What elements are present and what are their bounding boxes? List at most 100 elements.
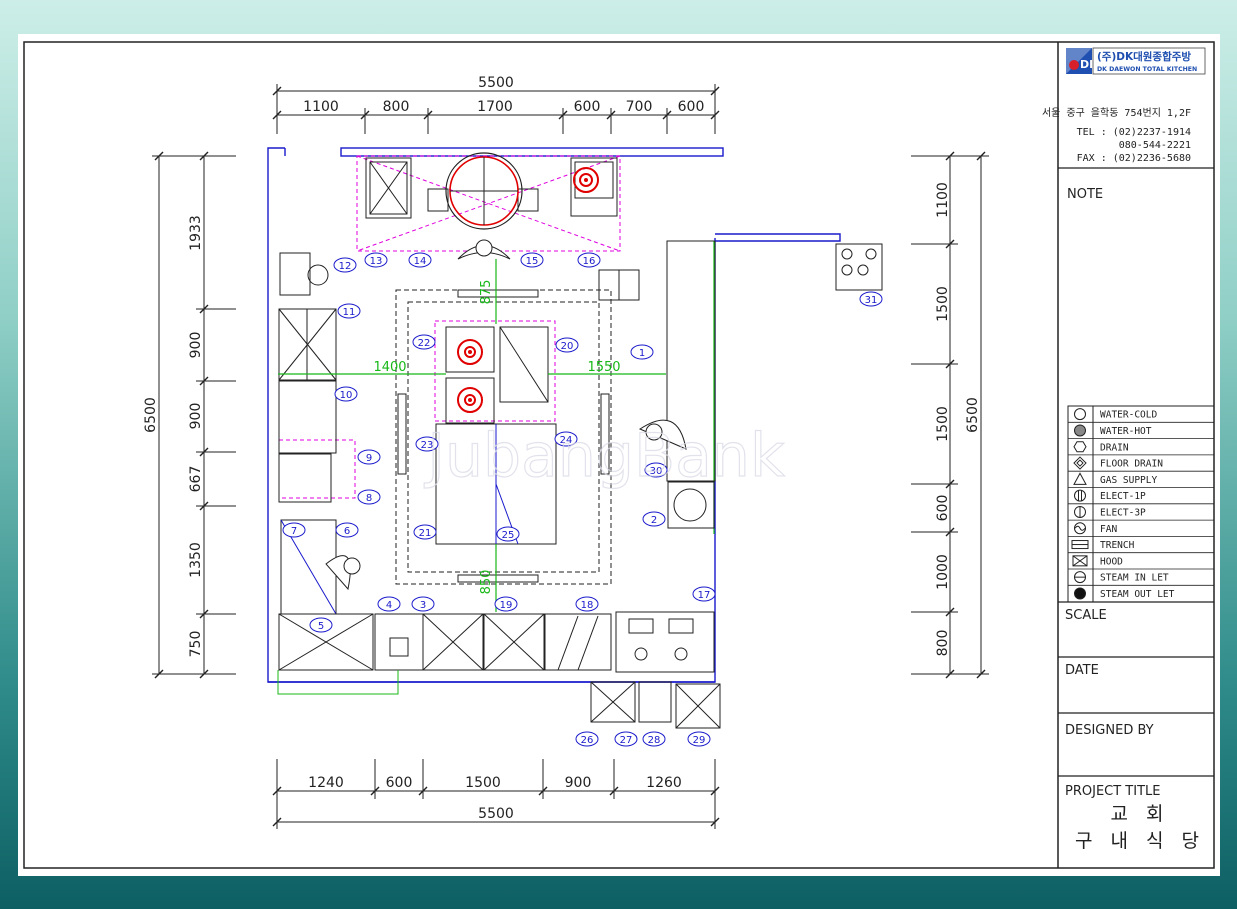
cook-figure-top — [457, 239, 511, 260]
dim-inner-bottom: 850 — [479, 570, 494, 595]
floor-plan-diagram: 5500 1100 800 1700 600 700 600 1240 600 … — [23, 41, 1215, 869]
legend-label: GAS SUPPLY — [1100, 475, 1157, 486]
tag-20: 20 — [561, 341, 574, 352]
dim-bottom-seg-5: 1260 — [646, 775, 682, 791]
dim-top-seg-2: 800 — [383, 99, 410, 115]
tag-10: 10 — [340, 390, 353, 401]
watermark: JubangBank — [423, 421, 785, 491]
company-tel: TEL : (02)2237-1914 — [1077, 127, 1191, 138]
company-fax: FAX : (02)2236-5680 — [1077, 153, 1191, 164]
trench-icon — [1071, 540, 1089, 550]
tag-26: 26 — [581, 735, 594, 746]
tag-19: 19 — [500, 600, 513, 611]
dim-right-seg-1: 1100 — [935, 182, 951, 218]
tag-4: 4 — [386, 600, 392, 611]
tag-13: 13 — [370, 256, 383, 267]
legend-label: TRENCH — [1100, 540, 1135, 551]
legend-label: HOOD — [1100, 556, 1123, 567]
tag-21: 21 — [419, 528, 432, 539]
top-cooking-line — [365, 157, 618, 219]
dim-left-seg-4: 667 — [188, 466, 204, 493]
legend-label: DRAIN — [1100, 442, 1129, 453]
dim-left-seg-5: 1350 — [188, 542, 204, 578]
dim-left-seg-6: 750 — [188, 631, 204, 658]
steam-outlet-icon — [1074, 587, 1086, 600]
dim-left-seg-3: 900 — [188, 403, 204, 430]
water-cold-icon — [1074, 408, 1086, 421]
tag-18: 18 — [581, 600, 594, 611]
cook-figure-left — [325, 555, 361, 591]
logo-text: DK — [1080, 58, 1098, 71]
fan-icon — [1074, 522, 1086, 535]
project-title-label: PROJECT TITLE — [1065, 784, 1160, 799]
dim-top-seg-5: 700 — [626, 99, 653, 115]
legend-label: STEAM OUT LET — [1100, 589, 1175, 600]
dim-right-seg-2: 1500 — [935, 286, 951, 322]
company-address: 서울 중구 을학동 754번지 1,2F — [1042, 107, 1191, 119]
scale-label: SCALE — [1065, 608, 1107, 623]
title-block: DK (주)DK대원종합주방 DK DAEWON TOTAL KITCHEN 서… — [1042, 47, 1215, 852]
tag-17: 17 — [698, 590, 711, 601]
tag-3: 3 — [420, 600, 426, 611]
dim-top-seg-6: 600 — [678, 99, 705, 115]
steam-inlet-icon — [1074, 571, 1086, 584]
note-label: NOTE — [1067, 187, 1103, 202]
dim-right-total: 6500 — [965, 397, 981, 433]
dim-left-seg-2: 900 — [188, 332, 204, 359]
dim-inner-left: 1400 — [373, 360, 406, 375]
tag-6: 6 — [344, 526, 350, 537]
dim-inner-top: 875 — [479, 280, 494, 305]
hood-icon — [1072, 555, 1088, 567]
legend-label: WATER-HOT — [1100, 426, 1152, 437]
tag-31: 31 — [865, 295, 878, 306]
island-burners — [457, 339, 483, 413]
dim-bottom-seg-2: 600 — [386, 775, 413, 791]
dim-inner-right: 1550 — [587, 360, 620, 375]
tag-27: 27 — [620, 735, 633, 746]
dim-top-seg-4: 600 — [574, 99, 601, 115]
top-burner — [573, 167, 599, 193]
dim-top-total: 5500 — [478, 75, 514, 91]
dim-bottom-seg-3: 1500 — [465, 775, 501, 791]
dim-right-seg-3: 1500 — [935, 406, 951, 442]
dim-left-total: 6500 — [143, 397, 159, 433]
tag-1: 1 — [639, 348, 645, 359]
dim-bottom-seg-4: 900 — [565, 775, 592, 791]
elect-3p-icon — [1074, 505, 1086, 518]
legend-label: FAN — [1100, 524, 1117, 535]
legend-label: FLOOR DRAIN — [1100, 459, 1163, 470]
water-hot-icon — [1074, 424, 1086, 437]
date-label: DATE — [1065, 663, 1099, 678]
legend-label: STEAM IN LET — [1100, 573, 1169, 584]
designed-by-label: DESIGNED BY — [1065, 723, 1154, 738]
tag-5: 5 — [318, 621, 324, 632]
kitchen-walls — [267, 147, 841, 683]
dim-bottom-total: 5500 — [478, 806, 514, 822]
drawing-sheet: 5500 1100 800 1700 600 700 600 1240 600 … — [18, 34, 1220, 876]
tag-14: 14 — [414, 256, 427, 267]
tag-16: 16 — [583, 256, 596, 267]
left-equipment — [278, 252, 374, 671]
floor-drain-icon — [1073, 456, 1087, 470]
dim-bottom-seg-1: 1240 — [308, 775, 344, 791]
company-name-kr: (주)DK대원종합주방 — [1097, 50, 1191, 63]
tag-22: 22 — [418, 338, 431, 349]
tag-28: 28 — [648, 735, 661, 746]
dim-right-seg-6: 800 — [935, 630, 951, 657]
elect-1p-icon — [1074, 489, 1086, 502]
tag-29: 29 — [693, 735, 706, 746]
company-tel2: 080-544-2221 — [1119, 140, 1191, 151]
drain-icon — [1073, 441, 1087, 453]
tag-8: 8 — [366, 493, 372, 504]
project-name-line1: 교 회 — [1111, 803, 1170, 825]
gas-supply-icon — [1073, 472, 1087, 485]
legend-label: ELECT-1P — [1100, 491, 1146, 502]
project-name-line2: 구 내 식 당 — [1075, 830, 1205, 852]
tag-15: 15 — [526, 256, 539, 267]
tag-9: 9 — [366, 453, 372, 464]
dim-left-seg-1: 1933 — [188, 215, 204, 251]
company-name-en: DK DAEWON TOTAL KITCHEN — [1097, 66, 1197, 73]
tag-25: 25 — [502, 530, 515, 541]
legend-label: WATER-COLD — [1100, 410, 1157, 421]
tag-2: 2 — [651, 515, 657, 526]
